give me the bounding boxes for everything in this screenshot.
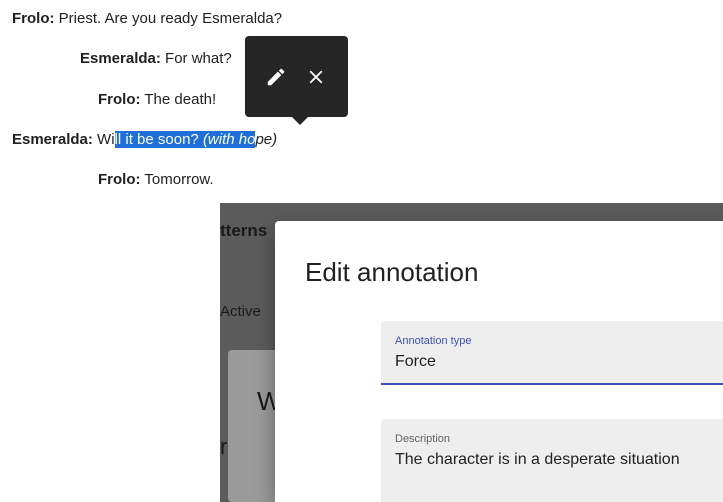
background-tab-fragment: Active	[220, 303, 261, 320]
pencil-icon	[267, 68, 285, 86]
dialog-title: Edit annotation	[305, 257, 479, 287]
line-text: For what?	[160, 50, 232, 67]
line-text-before-selection: Wi	[92, 131, 115, 148]
speaker-name: Esmeralda:	[80, 50, 161, 67]
description-value[interactable]: The character is in a desperate situatio…	[395, 451, 680, 469]
line-text: Priest. Are you ready Esmeralda?	[54, 10, 283, 27]
speaker-name: Frolo:	[98, 91, 141, 108]
speaker-name: Frolo:	[12, 10, 55, 27]
close-tooltip-button[interactable]	[299, 60, 333, 94]
text-selection[interactable]: ll it be soon? (with ho	[114, 131, 256, 148]
annotation-type-select[interactable]: Annotation type Force	[381, 321, 723, 385]
line-text: The death!	[140, 91, 217, 108]
description-label: Description	[395, 433, 451, 445]
speaker-name: Frolo:	[98, 171, 141, 188]
annotation-tooltip	[245, 36, 348, 125]
dialogue-line-1: Frolo: Priest. Are you ready Esmeralda?	[12, 9, 282, 29]
speaker-name: Esmeralda:	[12, 131, 93, 148]
dialogue-line-4[interactable]: Esmeralda: Will it be soon? (with hope)	[12, 130, 277, 150]
line-text-after-selection: pe)	[255, 131, 278, 148]
line-text: Tomorrow.	[140, 171, 214, 188]
annotation-type-label: Annotation type	[395, 335, 472, 347]
close-icon	[309, 70, 323, 84]
background-text-fragment: r	[220, 434, 228, 459]
dialogue-line-5: Frolo: Tomorrow.	[98, 170, 214, 190]
edit-annotation-dialog: Edit annotation Annotation type Force De…	[275, 221, 723, 502]
description-field[interactable]: Description The character is in a desper…	[381, 419, 723, 502]
edit-annotation-button[interactable]	[259, 60, 293, 94]
dialogue-line-3: Frolo: The death!	[98, 90, 216, 110]
background-heading-fragment: tterns	[220, 221, 268, 240]
dialogue-line-2: Esmeralda: For what?	[80, 49, 232, 69]
annotation-type-value: Force	[395, 353, 436, 370]
